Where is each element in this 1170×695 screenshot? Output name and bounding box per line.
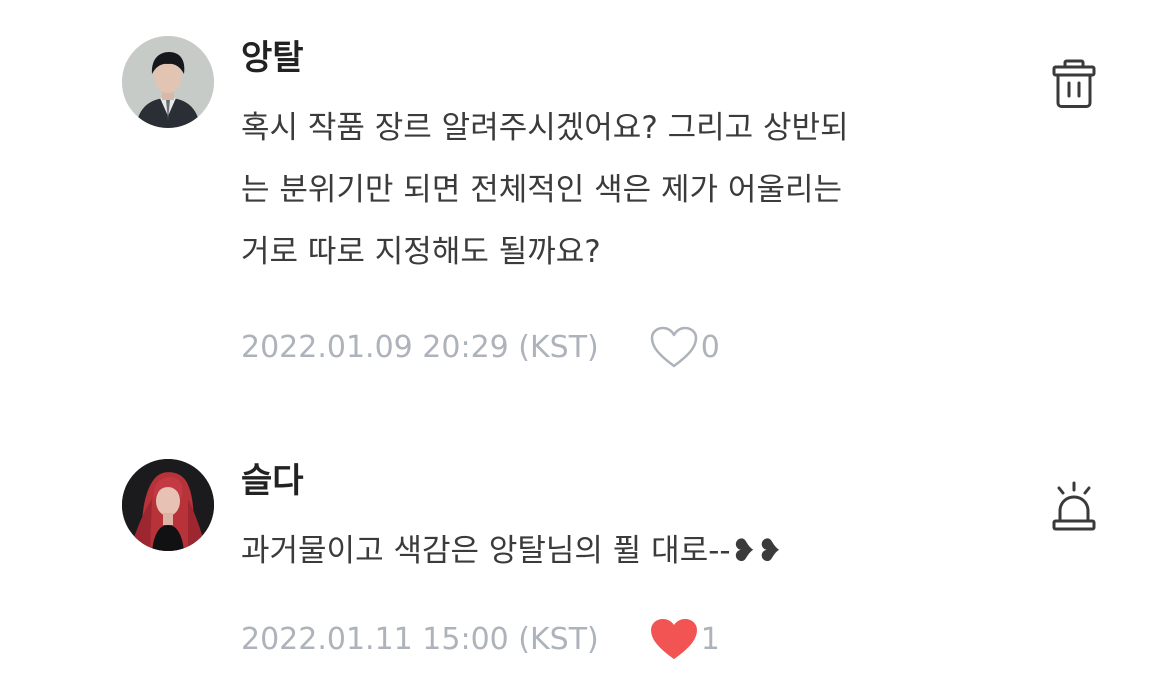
comment-item: 슬다 과거물이고 색감은 앙탈님의 퓔 대로--❥❥ 2022.01.11 15…	[0, 440, 1170, 695]
comment-text: 혹시 작품 장르 알려주시겠어요? 그리고 상반되 는 분위기만 되면 전체적인…	[241, 97, 981, 283]
avatar[interactable]	[122, 459, 214, 551]
author-name[interactable]: 슬다	[241, 461, 304, 501]
heart-outline-icon	[649, 325, 699, 369]
heart-filled-icon	[649, 617, 699, 661]
comment-line: 혹시 작품 장르 알려주시겠어요? 그리고 상반되	[241, 110, 849, 146]
comment-line: 는 분위기만 되면 전체적인 색은 제가 어울리는	[241, 172, 843, 208]
comment-text: 과거물이고 색감은 앙탈님의 퓔 대로--❥❥	[241, 520, 981, 582]
like-count: 1	[700, 621, 720, 657]
author-name[interactable]: 앙탈	[241, 38, 304, 78]
like-button[interactable]: 0	[649, 325, 720, 369]
avatar[interactable]	[122, 36, 214, 128]
comment-line: 거로 따로 지정해도 될까요?	[241, 234, 601, 270]
report-siren-icon[interactable]	[1050, 481, 1098, 533]
comment-item: 앙탈 혹시 작품 장르 알려주시겠어요? 그리고 상반되 는 분위기만 되면 전…	[0, 0, 1170, 400]
comment-date: 2022.01.09 20:29 (KST)	[241, 329, 599, 365]
comment-meta: 2022.01.11 15:00 (KST) 1	[241, 617, 720, 661]
comment-meta: 2022.01.09 20:29 (KST) 0	[241, 325, 720, 369]
comment-line: 과거물이고 색감은 앙탈님의 퓔 대로--❥❥	[241, 533, 783, 569]
comment-date: 2022.01.11 15:00 (KST)	[241, 621, 599, 657]
like-count: 0	[700, 329, 720, 365]
like-button[interactable]: 1	[649, 617, 720, 661]
trash-icon[interactable]	[1050, 58, 1098, 110]
